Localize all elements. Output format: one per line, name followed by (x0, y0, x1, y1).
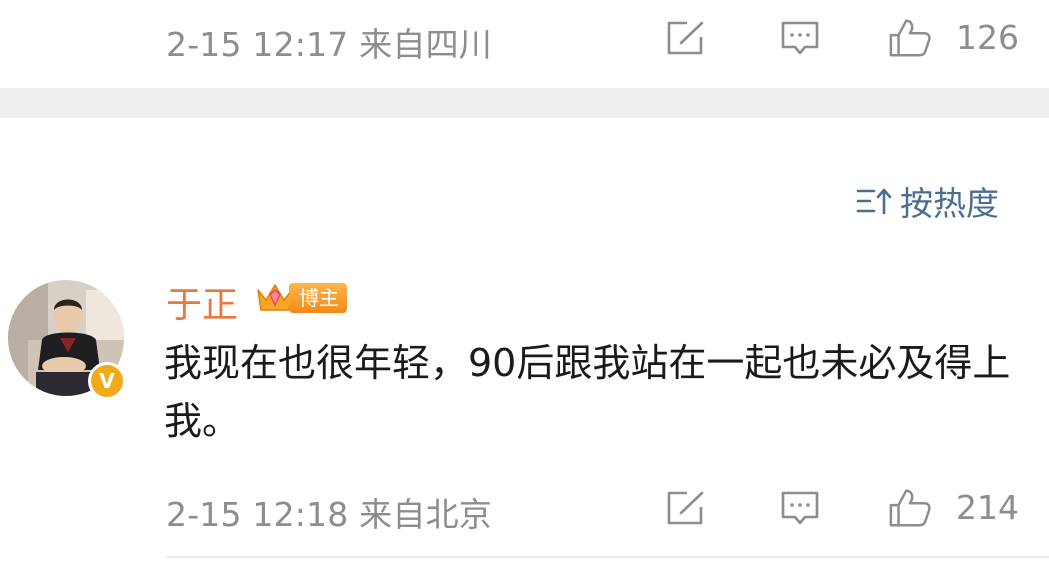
like-count: 126 (956, 18, 1019, 57)
comment-icon (781, 21, 819, 55)
like-button[interactable] (888, 16, 932, 60)
badge-label: 博主 (289, 283, 347, 313)
thumbs-up-icon (889, 489, 931, 527)
comment-footer: 2-15 12:18 来自北京 214 (0, 480, 1049, 536)
share-icon (667, 491, 704, 525)
comment-timestamp-location: 2-15 12:18 来自北京 (166, 495, 492, 534)
thumbs-up-icon (889, 19, 931, 57)
sort-label: 按热度 (900, 184, 999, 223)
share-button[interactable] (664, 16, 708, 60)
sort-by-hot-button[interactable]: 按热度 (856, 178, 999, 224)
previous-comment-footer: 2-15 12:17 来自四川 126 (0, 10, 1049, 66)
sort-icon (856, 188, 892, 215)
comment-separator (166, 556, 1049, 558)
username[interactable]: 于正 (166, 276, 238, 328)
comment-timestamp-location: 2-15 12:17 来自四川 (166, 25, 492, 64)
like-button[interactable] (888, 486, 932, 530)
comment-feed: 2-15 12:17 来自四川 126 按热度 V 于正 博主 我现在也很年轻，… (0, 0, 1049, 562)
like-count: 214 (956, 488, 1019, 527)
section-divider (0, 88, 1049, 118)
blogger-badge: 博主 (255, 280, 347, 316)
verified-v-icon: V (88, 362, 126, 400)
comment-button[interactable] (778, 16, 822, 60)
comment-icon (781, 491, 819, 525)
share-button[interactable] (664, 486, 708, 530)
comment-button[interactable] (778, 486, 822, 530)
comment-text: 我现在也很年轻，90后跟我站在一起也未必及得上我。 (164, 341, 1011, 443)
share-icon (667, 21, 704, 55)
